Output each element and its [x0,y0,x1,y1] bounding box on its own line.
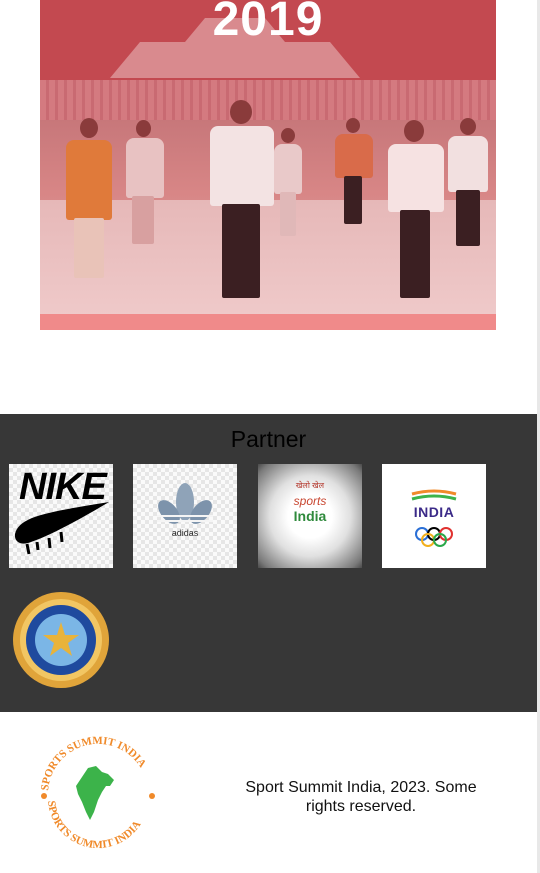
person-figure [332,118,376,226]
person-figure [382,120,452,300]
sports-summit-india-emblem-icon: SPORTS SUMMIT INDIA SPORTS SUMMIT INDIA [39,735,155,851]
hero-image: 2019 [40,0,496,330]
bcci-emblem-icon [13,592,109,688]
olympic-rings-icon [415,527,453,547]
person-figure [272,128,304,238]
hero-year-title: 2019 [212,0,324,46]
bcci-logo-card[interactable] [9,588,113,692]
adidas-logo-card[interactable]: adidas [133,464,237,568]
person-figure [122,120,167,245]
adidas-logo-text: adidas [171,528,199,538]
india-olympic-logo-card[interactable]: INDIA [382,464,486,568]
person-figure [202,100,282,300]
partner-section: Partner NIKE adidas खेलो खेल sports Indi… [0,414,537,712]
sports-india-logo-hindi: खेलो खेल [295,481,325,490]
person-figure [444,118,492,248]
sports-india-logo-india: India [293,508,327,524]
partner-heading: Partner [230,426,307,452]
sports-india-logo-sports: sports [293,494,327,508]
person-figure [60,118,120,283]
hero-bottom-band [40,314,496,330]
sports-summit-india-logo[interactable]: SPORTS SUMMIT INDIA SPORTS SUMMIT INDIA [36,728,160,862]
footer-copyright: Sport Summit India, 2023. Some rights re… [245,779,477,815]
sports-india-logo-card[interactable]: खेलो खेल sports India [258,464,362,568]
adidas-trefoil-icon [157,483,213,524]
nike-swoosh-icon [14,502,109,555]
nike-logo-card[interactable]: NIKE [9,464,113,568]
